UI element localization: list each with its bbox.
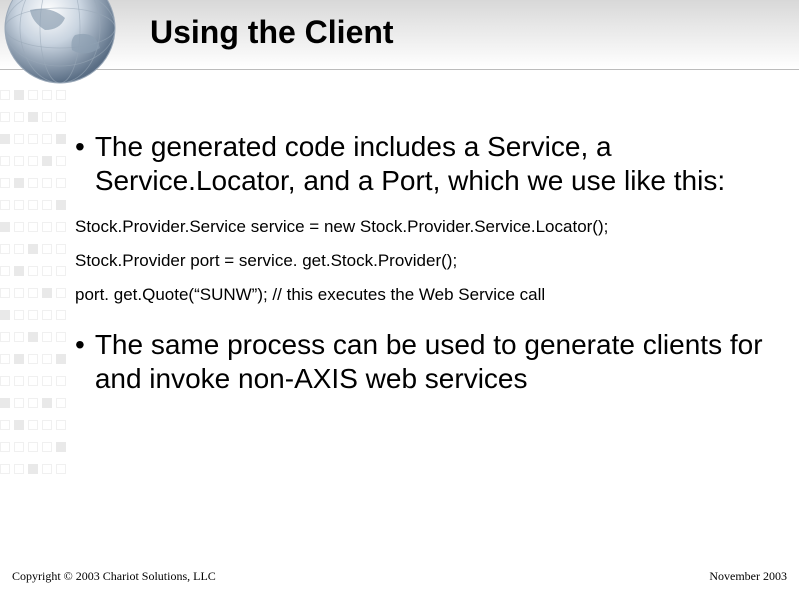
code-block: Stock.Provider.Service service = new Sto… (75, 216, 765, 306)
bullet-dot-icon: • (75, 328, 85, 396)
left-decoration (0, 90, 70, 520)
bullet-text: The same process can be used to generate… (95, 328, 765, 396)
code-line: Stock.Provider.Service service = new Sto… (75, 216, 765, 238)
footer-date: November 2003 (709, 569, 787, 584)
bullet-item: • The generated code includes a Service,… (75, 130, 765, 198)
globe-icon (0, 0, 140, 90)
code-line: Stock.Provider port = service. get.Stock… (75, 250, 765, 272)
bullet-item: • The same process can be used to genera… (75, 328, 765, 396)
slide-title: Using the Client (150, 14, 394, 51)
bullet-text: The generated code includes a Service, a… (95, 130, 765, 198)
code-line: port. get.Quote(“SUNW”); // this execute… (75, 284, 765, 306)
slide: Using the Client • The generated code in… (0, 0, 799, 598)
footer-copyright: Copyright © 2003 Chariot Solutions, LLC (12, 569, 216, 584)
content-area: • The generated code includes a Service,… (75, 130, 765, 414)
bullet-dot-icon: • (75, 130, 85, 198)
